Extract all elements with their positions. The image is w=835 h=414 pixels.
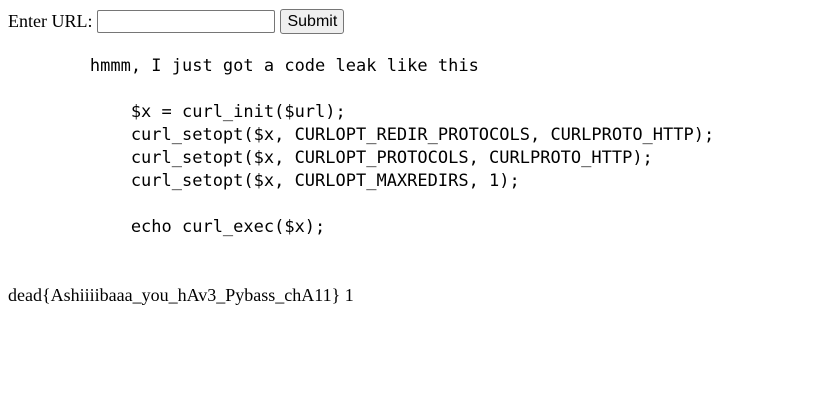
code-line: curl_setopt($x, CURLOPT_REDIR_PROTOCOLS,… [8,125,715,145]
code-block: hmmm, I just got a code leak like this $… [8,55,714,239]
url-form: Enter URL: Submit [8,8,345,35]
code-line: curl_setopt($x, CURLOPT_PROTOCOLS, CURLP… [8,148,653,168]
code-line: $x = curl_init($url); [8,102,346,122]
url-input[interactable] [97,10,276,33]
url-label: Enter URL: [8,11,93,31]
code-line: hmmm, I just got a code leak like this [8,56,479,76]
submit-button[interactable]: Submit [280,9,345,34]
code-line: echo curl_exec($x); [8,217,326,237]
result-text: dead{Ashiiiibaaa_you_hAv3_Pybass_chA11} … [8,285,354,305]
code-line: curl_setopt($x, CURLOPT_MAXREDIRS, 1); [8,171,520,191]
